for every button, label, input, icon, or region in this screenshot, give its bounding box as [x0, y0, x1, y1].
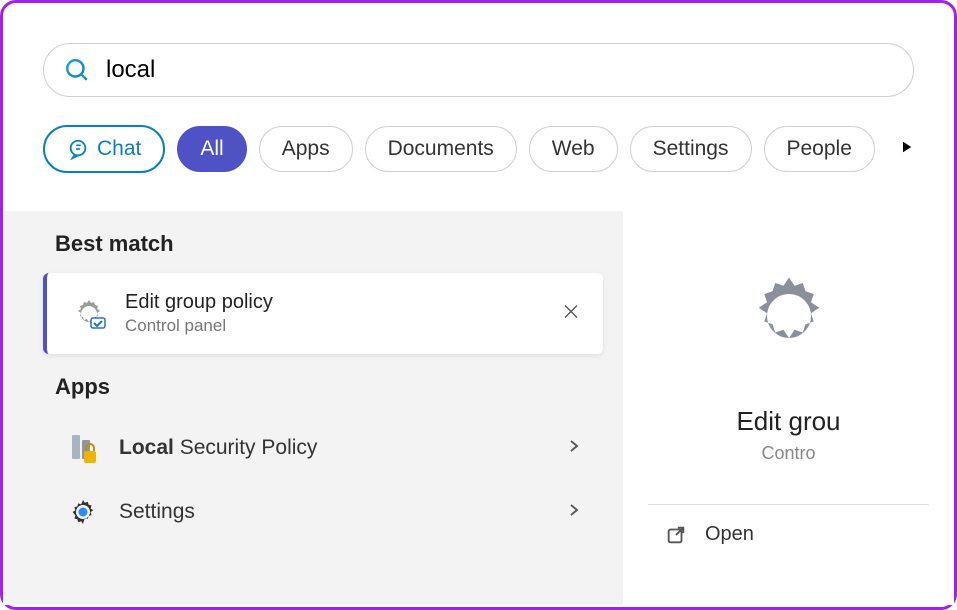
filter-row: Chat All Apps Documents Web Settings Peo…: [43, 125, 914, 173]
chevron-right-icon: [567, 503, 581, 522]
filter-people[interactable]: People: [764, 126, 875, 172]
filter-web-label: Web: [552, 137, 595, 161]
security-policy-icon: [65, 430, 101, 466]
search-input[interactable]: [106, 56, 893, 84]
filter-documents[interactable]: Documents: [365, 126, 517, 172]
app-item-label: Settings: [119, 500, 567, 524]
filter-settings-label: Settings: [653, 137, 729, 161]
action-open[interactable]: Open: [623, 523, 754, 546]
app-item-settings[interactable]: Settings: [43, 480, 603, 544]
arrow-right-icon: [897, 138, 915, 156]
search-bar[interactable]: [43, 43, 914, 97]
settings-gear-icon: [65, 494, 101, 530]
best-match-subtitle: Control panel: [125, 316, 273, 336]
action-open-label: Open: [705, 523, 754, 546]
filter-chat-label: Chat: [97, 137, 141, 161]
filter-all[interactable]: All: [177, 126, 246, 172]
search-icon: [64, 57, 90, 83]
filter-apps[interactable]: Apps: [259, 126, 353, 172]
close-icon[interactable]: [563, 303, 579, 324]
bing-chat-icon: [67, 138, 89, 160]
best-match-item[interactable]: Edit group policy Control panel: [43, 273, 603, 354]
detail-gear-icon: [734, 261, 844, 376]
results-content: Best match Edit group policy Control pan…: [3, 211, 954, 605]
filter-web[interactable]: Web: [529, 126, 618, 172]
detail-panel: Edit grou Contro Open: [623, 211, 954, 605]
app-item-local-security-policy[interactable]: Local Security Policy: [43, 416, 603, 480]
detail-subtitle: Contro: [761, 443, 815, 464]
filter-all-label: All: [200, 137, 223, 161]
app-item-label: Local Security Policy: [119, 436, 567, 460]
best-match-header: Best match: [55, 231, 603, 257]
divider: [648, 504, 929, 505]
filter-apps-label: Apps: [282, 137, 330, 161]
chevron-right-icon: [567, 439, 581, 458]
filter-people-label: People: [787, 137, 852, 161]
filter-more-arrow[interactable]: [897, 138, 915, 161]
filter-settings[interactable]: Settings: [630, 126, 752, 172]
filter-documents-label: Documents: [388, 137, 494, 161]
detail-title: Edit grou: [736, 406, 840, 437]
gear-check-icon: [69, 294, 109, 334]
open-icon: [665, 524, 687, 546]
best-match-title: Edit group policy: [125, 291, 273, 314]
apps-header: Apps: [55, 374, 603, 400]
left-results-panel: Best match Edit group policy Control pan…: [43, 211, 603, 605]
filter-chat[interactable]: Chat: [43, 125, 165, 173]
